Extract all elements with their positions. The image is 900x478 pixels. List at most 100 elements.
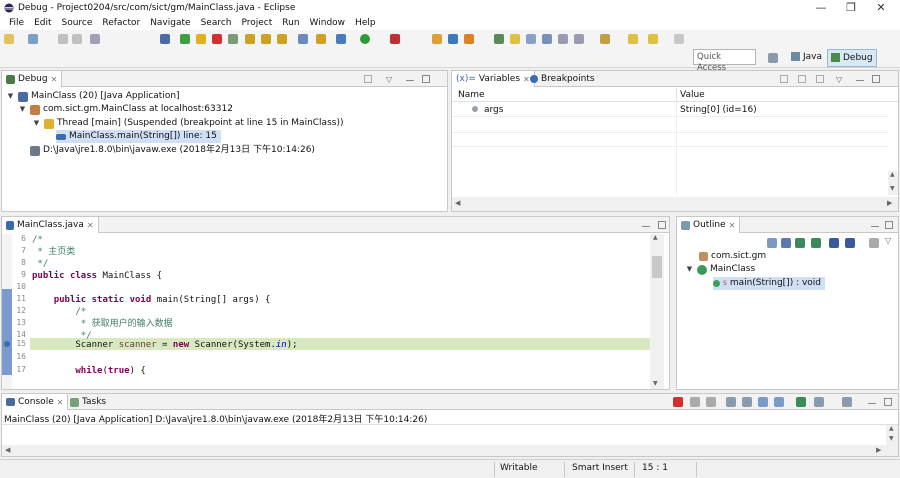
toggle-breadcrumb-icon[interactable] bbox=[526, 34, 536, 44]
show-whitespace-icon[interactable] bbox=[542, 34, 552, 44]
outline-package[interactable]: com.sict.gm bbox=[699, 250, 766, 263]
drop-to-frame-icon[interactable] bbox=[298, 34, 308, 44]
maximize-view-icon[interactable] bbox=[658, 221, 666, 229]
open-perspective-icon[interactable] bbox=[768, 53, 778, 63]
tab-variables[interactable]: (x)= Variables ✕ bbox=[452, 71, 535, 87]
hide-local-types-icon[interactable] bbox=[845, 238, 855, 248]
status-insert-mode[interactable]: Smart Insert bbox=[572, 463, 628, 473]
outline-class[interactable]: ▼ MainClass bbox=[685, 263, 755, 276]
column-name[interactable]: Name bbox=[458, 90, 485, 100]
remove-all-terminated-icon[interactable] bbox=[706, 397, 716, 407]
collapse-all-icon[interactable] bbox=[767, 238, 777, 248]
external-tools-icon[interactable] bbox=[390, 34, 400, 44]
menu-edit[interactable]: Edit bbox=[29, 16, 56, 30]
launch-node[interactable]: ▼ MainClass (20) [Java Application] bbox=[6, 90, 180, 103]
remove-terminated-icon[interactable] bbox=[364, 75, 372, 83]
back-icon[interactable] bbox=[648, 34, 658, 44]
step-return-icon[interactable] bbox=[277, 34, 287, 44]
maximize-view-icon[interactable] bbox=[884, 398, 892, 406]
perspective-java[interactable]: Java bbox=[788, 49, 825, 67]
resume-icon[interactable] bbox=[180, 34, 190, 44]
close-button[interactable]: ✕ bbox=[866, 0, 896, 16]
open-console-icon[interactable] bbox=[842, 397, 852, 407]
editor-vertical-scrollbar[interactable]: ▲ ▼ bbox=[650, 234, 664, 389]
remove-launch-icon[interactable] bbox=[690, 397, 700, 407]
maximize-button[interactable]: ❐ bbox=[836, 0, 866, 16]
show-on-stderr-icon[interactable] bbox=[774, 397, 784, 407]
process-node[interactable]: D:\Java\jre1.8.0\bin\javaw.exe (2018年2月1… bbox=[30, 144, 315, 157]
show-type-names-icon[interactable] bbox=[780, 75, 788, 83]
step-into-icon[interactable] bbox=[245, 34, 255, 44]
tab-outline[interactable]: Outline ✕ bbox=[677, 217, 741, 233]
column-divider[interactable] bbox=[676, 88, 677, 102]
maximize-view-icon[interactable] bbox=[885, 221, 893, 229]
collapse-arrow-icon[interactable]: ▼ bbox=[685, 263, 694, 276]
new-wizard-icon[interactable] bbox=[28, 34, 38, 44]
horizontal-scrollbar[interactable]: ◀ ▶ bbox=[452, 197, 898, 211]
code-line[interactable]: public static void main(String[] args) { bbox=[32, 294, 271, 306]
search-icon[interactable] bbox=[494, 34, 504, 44]
display-console-icon[interactable] bbox=[814, 397, 824, 407]
menu-search[interactable]: Search bbox=[196, 16, 237, 30]
minimize-view-icon[interactable] bbox=[642, 226, 650, 228]
menu-run[interactable]: Run bbox=[277, 16, 304, 30]
show-logical-structure-icon[interactable] bbox=[798, 75, 806, 83]
minimize-view-icon[interactable] bbox=[868, 403, 876, 405]
tab-breakpoints[interactable]: Breakpoints bbox=[526, 71, 599, 87]
tab-debug[interactable]: Debug ✕ bbox=[2, 71, 63, 87]
skip-breakpoints-icon[interactable] bbox=[160, 34, 170, 44]
next-annotation-icon[interactable] bbox=[600, 34, 610, 44]
view-menu-icon[interactable]: ▽ bbox=[836, 75, 844, 84]
hide-static-icon[interactable] bbox=[811, 238, 821, 248]
menu-source[interactable]: Source bbox=[57, 16, 98, 30]
word-wrap-icon[interactable] bbox=[574, 34, 584, 44]
scroll-lock-icon[interactable] bbox=[742, 397, 752, 407]
debug-as-icon[interactable] bbox=[336, 34, 346, 44]
minimize-view-icon[interactable] bbox=[871, 226, 879, 228]
run-as-icon[interactable] bbox=[360, 34, 370, 44]
collapse-arrow-icon[interactable]: ▼ bbox=[6, 90, 15, 103]
terminate-icon[interactable] bbox=[673, 397, 683, 407]
link-editor-icon[interactable] bbox=[869, 238, 879, 248]
minimize-button[interactable]: — bbox=[806, 0, 836, 16]
suspend-icon[interactable] bbox=[196, 34, 206, 44]
save-all-icon[interactable] bbox=[72, 34, 82, 44]
previous-annotation-icon[interactable] bbox=[628, 34, 638, 44]
tab-console[interactable]: Console ✕ bbox=[2, 394, 69, 410]
close-tab-icon[interactable]: ✕ bbox=[87, 218, 94, 233]
save-icon[interactable] bbox=[58, 34, 68, 44]
hide-non-public-icon[interactable] bbox=[829, 238, 839, 248]
code-line[interactable]: /* bbox=[32, 234, 43, 246]
perspective-debug[interactable]: Debug bbox=[827, 49, 877, 67]
new-java-class-icon[interactable] bbox=[464, 34, 474, 44]
debug-target-node[interactable]: ▼ com.sict.gm.MainClass at localhost:633… bbox=[18, 103, 233, 116]
code-line[interactable]: * 获取用户的输入数据 bbox=[32, 318, 173, 330]
close-tab-icon[interactable]: ✕ bbox=[51, 72, 58, 87]
view-menu-icon[interactable]: ▽ bbox=[885, 236, 891, 245]
console-horizontal-scrollbar[interactable]: ◀ ▶ bbox=[2, 445, 898, 456]
forward-icon[interactable] bbox=[674, 34, 684, 44]
maximize-view-icon[interactable] bbox=[872, 75, 880, 83]
menu-navigate[interactable]: Navigate bbox=[145, 16, 195, 30]
show-on-stdout-icon[interactable] bbox=[758, 397, 768, 407]
code-line-current[interactable]: Scanner scanner = new Scanner(System.in)… bbox=[32, 339, 297, 351]
menu-window[interactable]: Window bbox=[305, 16, 351, 30]
scrollbar-thumb[interactable] bbox=[652, 256, 662, 278]
open-type-icon[interactable] bbox=[432, 34, 442, 44]
collapse-arrow-icon[interactable]: ▼ bbox=[18, 103, 27, 116]
pin-console-icon[interactable] bbox=[796, 397, 806, 407]
minimize-view-icon[interactable] bbox=[406, 80, 414, 82]
menu-refactor[interactable]: Refactor bbox=[97, 16, 145, 30]
menu-help[interactable]: Help bbox=[350, 16, 381, 30]
step-over-icon[interactable] bbox=[261, 34, 271, 44]
use-step-filters-icon[interactable] bbox=[316, 34, 326, 44]
new-java-package-icon[interactable] bbox=[448, 34, 458, 44]
hide-fields-icon[interactable] bbox=[795, 238, 805, 248]
code-line[interactable]: public class MainClass { bbox=[32, 270, 162, 282]
view-menu-icon[interactable]: ▽ bbox=[386, 75, 394, 84]
quick-access-input[interactable]: Quick Access bbox=[693, 49, 756, 73]
collapse-all-icon[interactable] bbox=[816, 75, 824, 83]
outline-method[interactable]: S main(String[]) : void bbox=[713, 277, 826, 290]
menu-project[interactable]: Project bbox=[236, 16, 277, 30]
sort-icon[interactable] bbox=[781, 238, 791, 248]
